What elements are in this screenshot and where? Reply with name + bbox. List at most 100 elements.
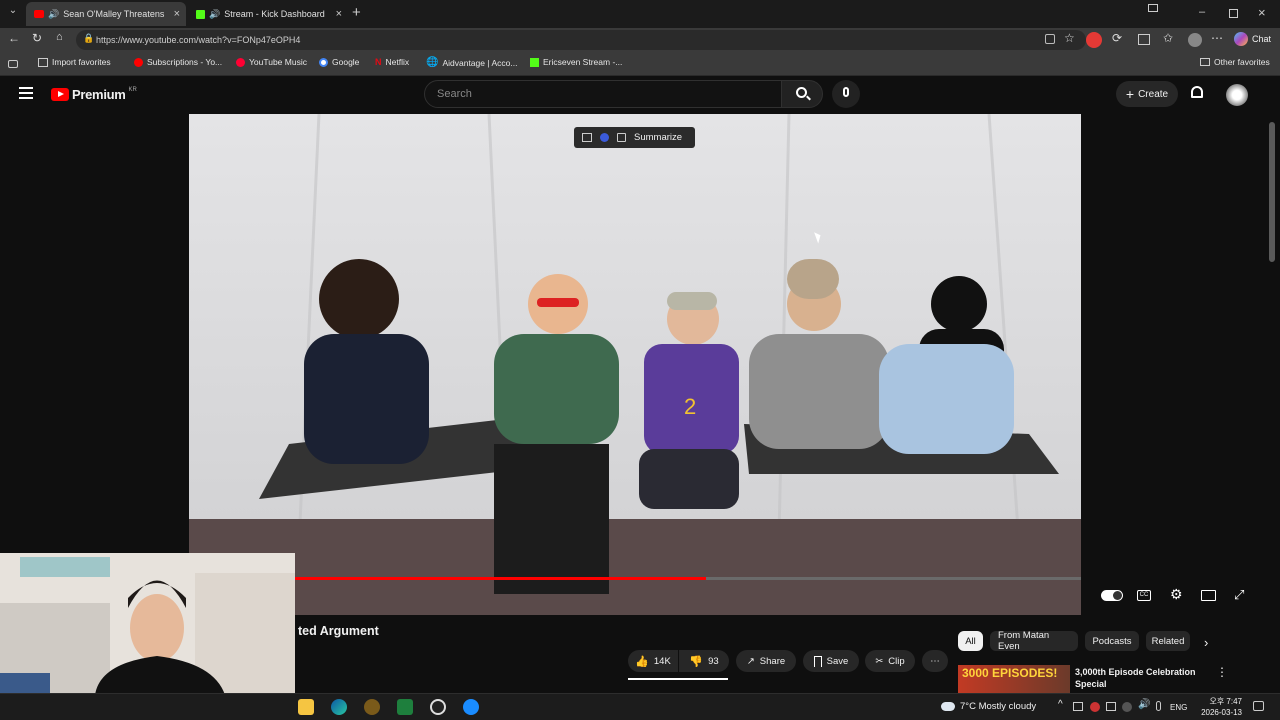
collections-icon[interactable]	[1188, 33, 1202, 47]
netflix-icon: N	[375, 57, 382, 67]
close-tab-icon[interactable]: ×	[336, 8, 342, 20]
avatar[interactable]	[1226, 84, 1248, 106]
notification-center-icon[interactable]	[1253, 701, 1264, 711]
sidebar-toggle-icon[interactable]	[8, 60, 18, 68]
more-actions-button[interactable]: ⋯	[922, 650, 948, 672]
chip-podcasts[interactable]: Podcasts	[1085, 631, 1139, 651]
minimize-button[interactable]: –	[1199, 6, 1205, 18]
like-count: 14K	[653, 655, 671, 667]
chevron-right-icon[interactable]: ›	[1204, 635, 1208, 650]
close-window-button[interactable]: ×	[1258, 5, 1266, 20]
create-button[interactable]: + Create	[1116, 81, 1178, 107]
chip-all[interactable]: All	[958, 631, 983, 651]
youtube-play-icon	[51, 88, 69, 101]
summarize-button[interactable]: Summarize	[574, 127, 695, 148]
date: 2026-03-13	[1201, 708, 1242, 717]
tray-app-icon[interactable]	[1090, 702, 1100, 712]
weather-widget[interactable]: 7°C Mostly cloudy	[941, 701, 1036, 712]
time: 7:47	[1226, 697, 1242, 706]
lock-icon: 🔒	[83, 33, 95, 43]
edge-browser-icon[interactable]	[331, 699, 347, 715]
favorites-icon[interactable]: ✩	[1163, 31, 1173, 45]
miniplayer-icon[interactable]	[1201, 590, 1216, 601]
maximize-button[interactable]	[1229, 9, 1238, 18]
url-field[interactable]: 🔒 https://www.youtube.com/watch?v=FONp47…	[76, 30, 1086, 50]
home-icon[interactable]: ⌂	[56, 31, 63, 43]
save-button[interactable]: Save	[803, 650, 859, 672]
captions-icon[interactable]: CC	[1137, 590, 1151, 601]
refresh-icon[interactable]: ↻	[32, 31, 42, 45]
tab-kick[interactable]: 🔊 Stream - Kick Dashboard ×	[188, 2, 348, 26]
youtube-icon	[34, 10, 44, 18]
bookmark-aidvantage[interactable]: 🌐 Aidvantage | Acco...	[426, 57, 517, 68]
warcraft-icon[interactable]	[364, 699, 380, 715]
screenshot-icon	[582, 133, 592, 142]
clock[interactable]: 오후 7:47 2026-03-13	[1192, 696, 1242, 718]
scrollbar[interactable]	[1269, 120, 1275, 680]
tray-volume-icon[interactable]: 🔊	[1138, 699, 1150, 710]
thumbs-up-icon: 👍	[635, 655, 649, 668]
clip-button[interactable]: ✂ Clip	[865, 650, 915, 672]
window-icon[interactable]	[1148, 4, 1158, 12]
back-icon[interactable]: ←	[8, 31, 20, 45]
like-button[interactable]: 👍 14K	[628, 650, 678, 672]
notifications-bell-icon[interactable]	[1191, 86, 1203, 98]
file-explorer-icon[interactable]	[298, 699, 314, 715]
settings-gear-icon[interactable]: ⚙	[1170, 586, 1183, 603]
recommendation-title[interactable]: 3,000th Episode Celebration Special	[1075, 666, 1205, 690]
video-title: ted Argument	[298, 624, 379, 638]
bookmark-import-favorites[interactable]: Import favorites	[38, 57, 111, 67]
tab-title: Stream - Kick Dashboard	[224, 9, 325, 19]
close-tab-icon[interactable]: ×	[174, 8, 180, 20]
tab-youtube[interactable]: 🔊 Sean O'Malley Threatens Mat ×	[26, 2, 186, 26]
bookmarks-bar: Import favorites Subscriptions - Yo... Y…	[0, 52, 1280, 76]
new-tab-button[interactable]: +	[352, 4, 361, 21]
bookmark-google[interactable]: Google	[319, 57, 359, 67]
fullscreen-icon[interactable]: ⤢	[1234, 587, 1244, 603]
favorite-star-icon[interactable]: ☆	[1064, 31, 1075, 45]
dislike-count: 93	[708, 655, 719, 667]
obs-icon[interactable]	[430, 699, 446, 715]
chip-from-channel[interactable]: From Matan Even	[990, 630, 1078, 652]
extension-icon[interactable]	[1086, 32, 1102, 48]
youtube-logo[interactable]: Premium KR	[51, 87, 137, 102]
bookmark-youtube-music[interactable]: YouTube Music	[236, 57, 307, 67]
recommendation-thumbnail[interactable]: 3000 EPISODES!	[958, 665, 1070, 693]
language-indicator[interactable]: ENG	[1170, 703, 1187, 712]
tray-network-icon[interactable]	[1073, 702, 1083, 711]
share-button[interactable]: ↗ Share	[736, 650, 796, 672]
video-player[interactable]: 2	[189, 114, 1081, 615]
voice-search-button[interactable]	[832, 80, 860, 108]
copilot-icon	[1234, 32, 1248, 46]
chip-related[interactable]: Related	[1146, 631, 1190, 651]
scrollbar-thumb[interactable]	[1269, 122, 1275, 262]
autoplay-toggle[interactable]	[1101, 590, 1123, 601]
tab-bar: ⌄ 🔊 Sean O'Malley Threatens Mat × 🔊 Stre…	[0, 0, 1280, 28]
battlenet-icon[interactable]	[463, 699, 479, 715]
refresh-extension-icon[interactable]: ⟳	[1112, 31, 1122, 45]
search-button[interactable]	[781, 80, 823, 108]
split-screen-icon[interactable]	[1138, 34, 1150, 45]
bookmark-subscriptions[interactable]: Subscriptions - Yo...	[134, 57, 222, 67]
open-in-app-icon[interactable]	[1045, 34, 1055, 44]
thumbnail-text: 3000 EPISODES!	[962, 666, 1058, 680]
dislike-button[interactable]: 👎 93	[679, 650, 729, 672]
more-icon[interactable]: ⋯	[1211, 31, 1223, 45]
document-app-icon[interactable]	[397, 699, 413, 715]
mic-icon	[843, 87, 849, 97]
search-input[interactable]: Search	[424, 80, 782, 108]
recommendation-menu-icon[interactable]: ⋮	[1216, 665, 1228, 679]
logo-text: Premium	[72, 87, 126, 102]
menu-icon[interactable]	[19, 87, 33, 99]
bookmark-ericseven[interactable]: Ericseven Stream -...	[530, 57, 622, 67]
bookmark-icon	[813, 655, 822, 667]
svg-text:2: 2	[684, 394, 696, 419]
tab-list-dropdown[interactable]: ⌄	[4, 5, 22, 23]
tray-display-icon[interactable]	[1106, 702, 1116, 711]
bookmark-netflix[interactable]: N Netflix	[375, 57, 409, 67]
bookmark-other-favorites[interactable]: Other favorites	[1200, 57, 1270, 67]
tray-chevron-up-icon[interactable]: ^	[1058, 699, 1063, 710]
tray-app-icon-2[interactable]	[1122, 702, 1132, 712]
copilot-chat-button[interactable]: Chat	[1234, 32, 1271, 46]
tray-mic-icon[interactable]	[1156, 701, 1161, 711]
